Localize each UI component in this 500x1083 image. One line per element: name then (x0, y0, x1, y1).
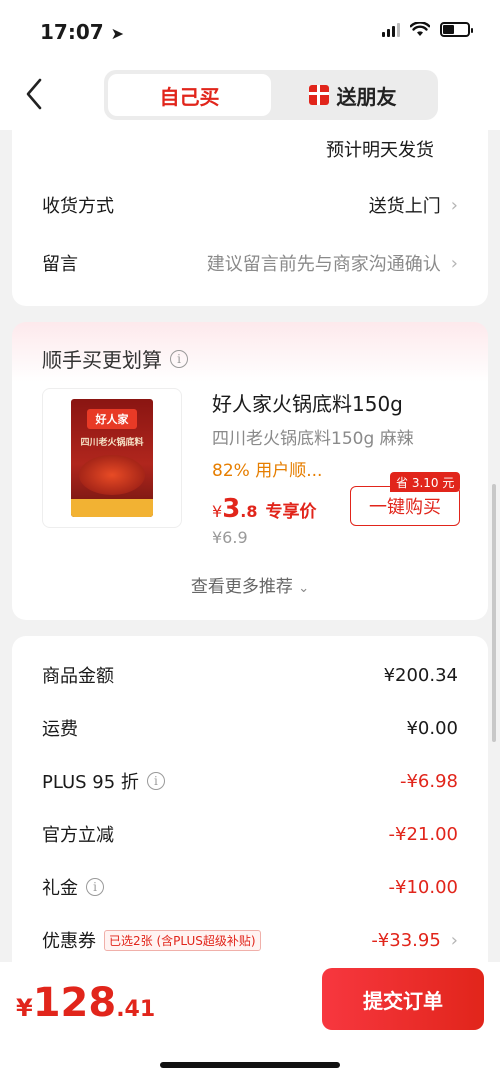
chevron-left-icon (26, 78, 42, 110)
tab-gift-friend[interactable]: 送朋友 (271, 74, 434, 116)
amount-row-subtotal: 商品金额 ¥200.34 (42, 664, 458, 688)
checkout-bar: ¥ 128 .41 提交订单 (0, 962, 500, 1083)
chevron-down-icon: ⌄ (298, 581, 310, 596)
note-input[interactable]: 建议留言前先与商家沟通确认 (207, 250, 441, 276)
delivery-estimate: 预计明天发货 (326, 140, 434, 161)
info-icon[interactable]: i (170, 349, 188, 368)
original-price: ¥6.9 (212, 528, 248, 547)
note-row[interactable]: 留言 建议留言前先与商家沟通确认 › (42, 250, 458, 276)
amount-summary-card: 商品金额 ¥200.34 运费 ¥0.00 PLUS 95 折 i -¥6.98… (12, 636, 488, 966)
product-price: ¥ 3 .8 专享价 (212, 494, 317, 524)
status-time: 17:07 ➤ (40, 20, 125, 44)
note-label: 留言 (42, 254, 78, 275)
delivery-method-row[interactable]: 收货方式 送货上门 › (42, 192, 458, 218)
one-click-buy-button[interactable]: 一键购买 (350, 486, 460, 526)
back-button[interactable] (24, 76, 60, 112)
save-badge: 省 3.10 元 (390, 472, 461, 492)
product-image[interactable]: 好人家 四川老火锅底料 (42, 388, 182, 528)
signal-icon (382, 22, 400, 37)
status-bar: 17:07 ➤ (0, 0, 500, 62)
recommend-card: 顺手买更划算 i 好人家 四川老火锅底料 好人家火锅底料150g 四川老火锅底料… (12, 322, 488, 620)
chevron-right-icon: › (450, 929, 458, 951)
tab-buy-self[interactable]: 自己买 (108, 74, 271, 116)
delivery-card: 预计明天发货 收货方式 送货上门 › 留言 建议留言前先与商家沟通确认 › (12, 130, 488, 306)
price-tag: 专享价 (265, 502, 317, 522)
product-rating: 82% 用户顺... (212, 461, 323, 481)
product-name[interactable]: 好人家火锅底料150g (212, 388, 403, 417)
amount-row-shipping: 运费 ¥0.00 (42, 717, 458, 741)
scrollbar[interactable] (492, 484, 496, 742)
submit-order-button[interactable]: 提交订单 (322, 968, 484, 1030)
delivery-method-label: 收货方式 (42, 196, 114, 217)
wifi-icon (410, 22, 430, 36)
location-arrow-icon: ➤ (110, 24, 125, 43)
battery-icon (440, 22, 473, 37)
chevron-right-icon: › (450, 252, 458, 274)
see-more-recommendations[interactable]: 查看更多推荐 ⌄ (12, 572, 488, 597)
amount-row-gift-money: 礼金 i -¥10.00 (42, 876, 458, 900)
order-total: ¥ 128 .41 (16, 980, 156, 1026)
purchase-mode-switch: 自己买 送朋友 (104, 70, 438, 120)
chevron-right-icon: › (450, 194, 458, 216)
recommend-title: 顺手买更划算 i (42, 344, 188, 373)
product-subtitle: 四川老火锅底料150g 麻辣 (212, 429, 414, 449)
delivery-estimate-row: 预计明天发货 (42, 136, 458, 162)
info-icon[interactable]: i (146, 772, 165, 790)
amount-row-coupon[interactable]: 优惠券 已选2张 (含PLUS超级补贴) -¥33.95 › (42, 927, 458, 953)
amount-row-plus-discount: PLUS 95 折 i -¥6.98 (42, 770, 458, 794)
info-icon[interactable]: i (86, 878, 104, 896)
nav-bar: 自己买 送朋友 (0, 62, 500, 130)
coupon-selected-tag: 已选2张 (含PLUS超级补贴) (104, 929, 261, 951)
gift-icon (308, 85, 329, 105)
delivery-method-value: 送货上门 (368, 196, 441, 217)
home-indicator (160, 1062, 340, 1068)
status-icons (382, 22, 473, 37)
amount-row-official-discount: 官方立减 -¥21.00 (42, 823, 458, 847)
